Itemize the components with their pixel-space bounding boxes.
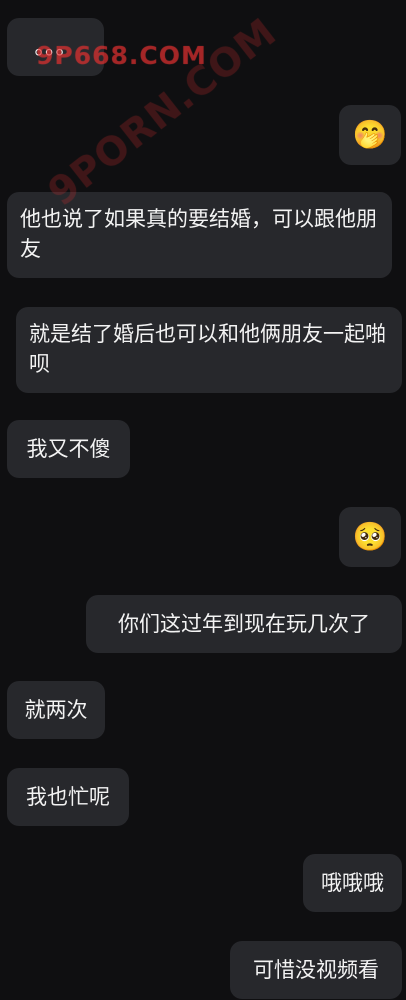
message-text: 可惜没视频看: [253, 958, 379, 982]
message-text: 。。。: [34, 35, 77, 59]
message-text: 你们这过年到现在玩几次了: [118, 612, 370, 636]
message-text: 他也说了如果真的要结婚，可以跟他朋友: [20, 207, 377, 261]
message-text: 就是结了婚后也可以和他俩朋友一起啪呗: [29, 322, 386, 376]
message-bubble-1[interactable]: 。。。: [7, 18, 104, 76]
message-bubble-9[interactable]: 我也忙呢: [7, 768, 129, 826]
sticker-bubble-6[interactable]: 🥺: [339, 507, 401, 567]
message-text: 哦哦哦: [321, 871, 384, 895]
message-bubble-4[interactable]: 就是结了婚后也可以和他俩朋友一起啪呗: [16, 307, 402, 393]
message-bubble-8[interactable]: 就两次: [7, 681, 105, 739]
sticker-bubble-2[interactable]: 🤭: [339, 105, 401, 165]
chat-screen: 。。。 🤭 他也说了如果真的要结婚，可以跟他朋友 就是结了婚后也可以和他俩朋友一…: [0, 0, 406, 1000]
hand-over-mouth-emoji-icon: 🤭: [352, 118, 388, 151]
message-text: 我也忙呢: [26, 785, 110, 809]
message-bubble-11[interactable]: 可惜没视频看: [230, 941, 402, 999]
message-text: 我又不傻: [26, 437, 111, 461]
message-bubble-10[interactable]: 哦哦哦: [303, 854, 402, 912]
message-bubble-5[interactable]: 我又不傻: [7, 420, 130, 478]
message-text: 就两次: [24, 698, 88, 722]
message-bubble-3[interactable]: 他也说了如果真的要结婚，可以跟他朋友: [7, 192, 392, 278]
pleading-face-emoji-icon: 🥺: [352, 520, 388, 553]
message-bubble-7[interactable]: 你们这过年到现在玩几次了: [86, 595, 402, 653]
